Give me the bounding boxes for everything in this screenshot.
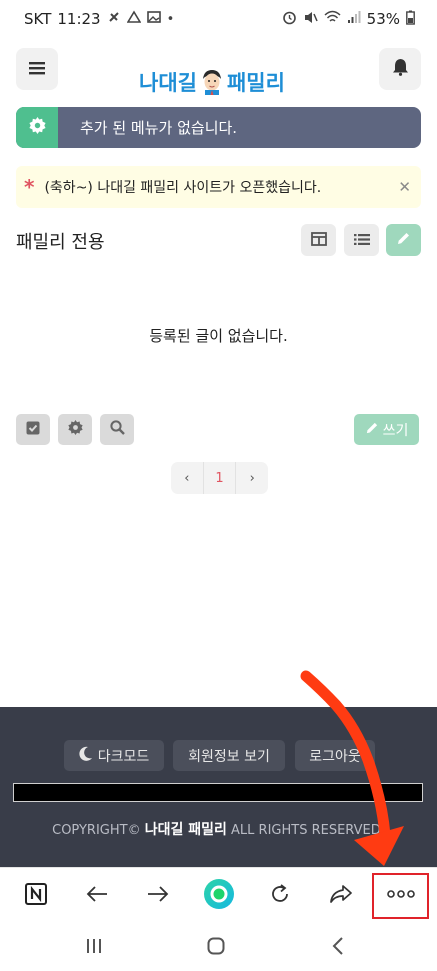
select-all-button[interactable] [16,414,50,445]
page-number[interactable]: 1 [202,462,237,494]
site-logo[interactable]: 나대길 패밀리 [139,67,285,97]
home-icon[interactable] [196,930,236,962]
gear-icon [28,117,46,138]
announcement-text[interactable]: (축하~) 나대길 패밀리 사이트가 오픈했습니다. [44,177,321,197]
dark-mode-button[interactable]: 다크모드 [64,740,164,771]
refresh-icon[interactable] [260,874,300,914]
menu-button[interactable] [16,48,58,90]
logo-face-icon [200,69,224,95]
empty-message: 등록된 글이 없습니다. [149,327,288,345]
member-info-button[interactable]: 회원정보 보기 [173,740,285,771]
dark-mode-label: 다크모드 [97,748,150,765]
grid-view-icon [310,231,327,250]
battery-icon [406,10,415,29]
pencil-icon [365,421,379,439]
search-button[interactable] [100,414,134,445]
hamburger-icon [29,60,45,79]
system-nav-bar [0,920,437,971]
recent-apps-icon[interactable] [74,930,114,962]
more-highlight-box [372,873,429,919]
copyright: COPYRIGHT© 나대길 패밀리 ALL RIGHTS RESERVED. [0,819,437,839]
list-view-icon [353,231,370,250]
naver-icon[interactable] [16,874,56,914]
menu-notice-text: 추가 된 메뉴가 없습니다. [80,119,238,137]
image-icon [146,10,161,28]
copyright-prefix: COPYRIGHT© [52,823,141,838]
write-button[interactable]: 쓰기 [354,414,419,445]
mute-icon [303,10,318,29]
site-header: 나대길 패밀리 [0,38,437,100]
next-page-button[interactable]: › [236,462,268,494]
signal-icon [347,10,361,28]
wifi-icon [324,10,341,28]
checkbox-icon [26,420,40,439]
board-settings-button[interactable] [58,414,92,445]
dot-icon: • [166,11,175,27]
status-bar: SKT 11:23 • 53% [0,0,437,38]
prev-page-button[interactable]: ‹ [171,462,203,494]
logo-text-right: 패밀리 [226,71,285,95]
battery-percent: 53% [366,10,400,28]
copyright-brand: 나대길 패밀리 [144,822,227,838]
announcement-banner: * (축하~) 나대길 패밀리 사이트가 오픈했습니다. ✕ [16,166,421,208]
announcement-star: * [24,175,35,199]
carrier-label: SKT [24,10,52,28]
search-icon [109,420,125,439]
forward-icon[interactable] [138,874,178,914]
pagination: ‹ 1 › [171,462,268,494]
list-view-button[interactable] [344,224,379,256]
back-nav-icon[interactable] [318,930,358,962]
status-right: 53% [282,10,415,29]
site-footer: 다크모드 회원정보 보기 로그아웃 COPYRIGHT© 나대길 패밀리 ALL… [0,707,437,867]
close-icon[interactable]: ✕ [398,178,411,196]
status-left: SKT 11:23 • [24,10,174,28]
alarm-icon [282,10,297,29]
gear-icon [67,420,83,439]
home-circle-icon[interactable] [199,874,239,914]
footer-black-bar [13,783,423,802]
back-icon[interactable] [77,874,117,914]
pencil-icon [396,231,411,250]
menu-notice-icon-box [16,107,58,148]
bell-icon [392,58,409,80]
write-post-button[interactable] [386,224,421,256]
copyright-suffix: ALL RIGHTS RESERVED. [231,823,385,838]
grid-view-button[interactable] [301,224,336,256]
board-title: 패밀리 전용 [16,232,105,253]
logout-button[interactable]: 로그아웃 [295,740,375,771]
settings-icon [107,10,121,28]
notification-button[interactable] [379,48,421,90]
logo-text-left: 나대길 [139,71,197,95]
moon-icon [79,746,93,765]
write-button-label: 쓰기 [382,422,409,439]
share-icon[interactable] [321,874,361,914]
menu-notice-bar: 추가 된 메뉴가 없습니다. [16,107,421,148]
clock: 11:23 [57,10,101,28]
drive-icon [126,10,142,28]
